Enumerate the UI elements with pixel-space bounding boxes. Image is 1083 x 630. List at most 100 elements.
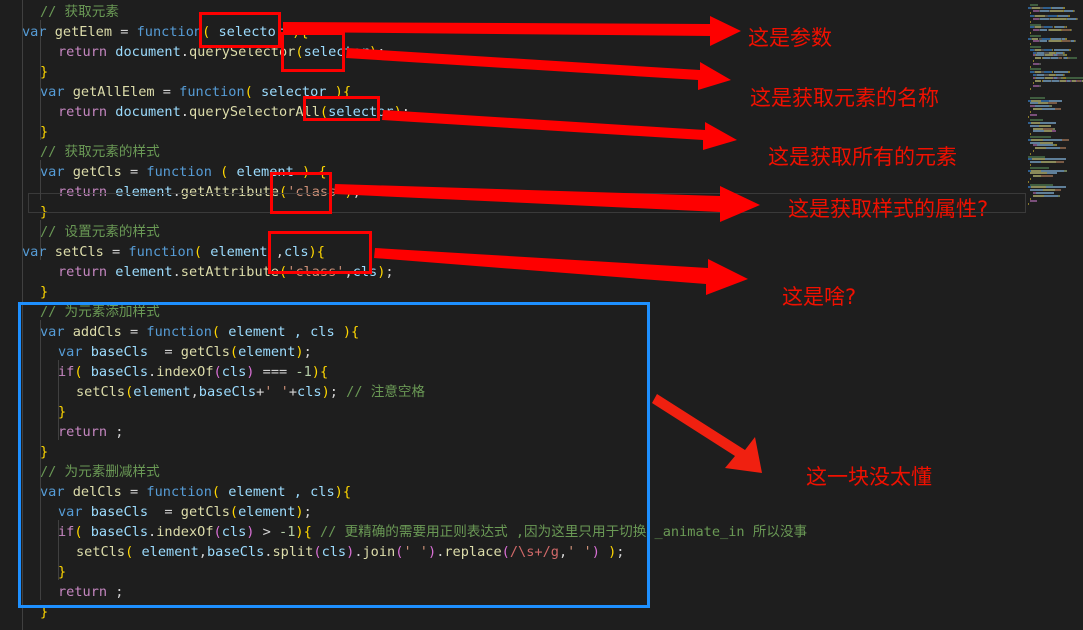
minimap-line-segment — [1058, 194, 1061, 197]
minimap-line-segment — [1030, 166, 1050, 169]
code-token: function — [146, 484, 212, 500]
code-line[interactable]: // 为元素添加样式 — [40, 302, 160, 322]
code-token: // 获取元素 — [40, 4, 119, 20]
code-token: ) — [334, 484, 343, 500]
code-token: = — [148, 504, 181, 520]
code-token: ' ' — [403, 544, 428, 560]
code-line[interactable]: var setCls = function( element ,cls){ — [22, 242, 325, 262]
code-token: . — [172, 264, 181, 280]
minimap-line-segment — [1069, 57, 1078, 60]
code-line[interactable]: setCls(element,baseCls+' '+cls); // 注意空格 — [76, 382, 425, 402]
code-token: . — [148, 364, 157, 380]
label-param: 这是参数 — [748, 26, 832, 50]
minimap-line-segment — [1030, 197, 1032, 200]
code-token: { — [300, 24, 309, 40]
minimap-line-segment — [1052, 79, 1060, 82]
minimap-line-segment — [1054, 26, 1064, 29]
minimap-line-segment — [1062, 40, 1070, 43]
code-token: ( — [213, 364, 222, 380]
code-line[interactable]: if( baseCls.indexOf(cls) > -1){ // 更精确的需… — [58, 522, 807, 542]
minimap-line-segment — [1032, 175, 1042, 178]
code-line[interactable]: // 获取元素的样式 — [40, 142, 160, 162]
minimap-line-segment — [1030, 200, 1037, 203]
code-line[interactable]: return document.querySelectorAll(selecto… — [58, 102, 410, 122]
code-line[interactable]: } — [40, 442, 48, 462]
code-line[interactable]: // 获取元素 — [40, 2, 119, 22]
code-token: ) — [301, 164, 311, 180]
minimap-line-segment — [1038, 124, 1052, 127]
label-elem-name: 这是获取元素的名称 — [750, 86, 939, 110]
code-token: var — [40, 324, 65, 340]
minimap-line-segment — [1044, 194, 1058, 197]
editor-window: // 获取元素 var getElem = function( selector … — [0, 0, 1083, 630]
code-token: document — [115, 44, 181, 60]
code-line[interactable]: return element.setAttribute('class',cls)… — [58, 262, 394, 282]
minimap-line-segment — [1037, 144, 1053, 147]
minimap-line-segment — [1035, 192, 1054, 194]
code-token: baseCls — [206, 544, 265, 560]
label-style-attr: 这是获取样式的属性? — [788, 197, 989, 221]
code-line[interactable]: // 为元素删减样式 — [40, 462, 160, 482]
code-line[interactable]: return document.querySelector(selector); — [58, 42, 385, 62]
minimap-line-segment — [1040, 161, 1056, 164]
code-line[interactable]: setCls( element,baseCls.split(cls).join(… — [76, 542, 624, 562]
code-line[interactable]: if( baseCls.indexOf(cls) === -1){ — [58, 362, 328, 382]
code-token: ) — [369, 44, 378, 60]
minimap-line-segment — [1044, 130, 1052, 133]
code-line[interactable]: return ; — [58, 582, 123, 602]
code-token: getCls — [180, 344, 230, 360]
code-token: function — [136, 24, 203, 40]
code-token: getElem — [54, 24, 113, 40]
code-minimap[interactable] — [1026, 0, 1083, 630]
minimap-line-segment — [1030, 189, 1043, 192]
code-token: ' ' — [567, 544, 592, 560]
code-line[interactable]: var getElem = function( selector ){ — [22, 22, 309, 42]
code-token: querySelector — [188, 44, 296, 60]
minimap-line-segment — [1030, 133, 1032, 136]
code-token: } — [40, 124, 49, 140]
code-token: ; — [377, 44, 386, 60]
code-line[interactable]: } — [40, 282, 48, 302]
code-token: var — [58, 344, 83, 360]
code-line[interactable]: var getCls = function ( element ) { — [40, 162, 327, 182]
code-line[interactable]: return ; — [58, 422, 123, 442]
minimap-line-segment — [1030, 161, 1041, 164]
minimap-line-segment — [1030, 102, 1038, 105]
minimap-line-segment — [1030, 96, 1046, 99]
code-token: var — [22, 244, 47, 260]
code-token: querySelectorAll — [188, 104, 320, 120]
minimap-line-segment — [1045, 147, 1061, 150]
code-line[interactable]: } — [40, 122, 48, 142]
code-line[interactable]: // 设置元素的样式 — [40, 222, 160, 242]
minimap-line-segment — [1032, 6, 1040, 9]
code-line[interactable]: var addCls = function( element , cls ){ — [40, 322, 359, 342]
code-token: , — [344, 264, 353, 280]
minimap-line-segment — [1031, 169, 1041, 172]
code-line[interactable]: var delCls = function( element , cls){ — [40, 482, 351, 502]
code-line[interactable]: var getAllElem = function( selector ){ — [40, 82, 351, 102]
code-line[interactable]: } — [40, 602, 48, 622]
code-token: ( — [319, 104, 329, 120]
minimap-line-segment — [1055, 74, 1064, 76]
code-line[interactable]: var baseCls = getCls(element); — [58, 502, 312, 522]
minimap-line-segment — [1044, 26, 1053, 29]
indent-guide — [58, 360, 59, 440]
code-line[interactable]: } — [58, 402, 66, 422]
minimap-line-segment — [1028, 203, 1030, 206]
code-token: { — [319, 364, 329, 380]
code-line[interactable]: } — [58, 562, 66, 582]
minimap-line-segment — [1032, 60, 1034, 62]
minimap-line-segment — [1039, 62, 1042, 65]
minimap-line-segment — [1069, 71, 1071, 74]
code-line[interactable]: var baseCls = getCls(element); — [58, 342, 312, 362]
minimap-line-segment — [1073, 9, 1075, 12]
code-token: ( — [244, 84, 253, 100]
code-token: } — [40, 64, 49, 80]
code-token: split — [272, 544, 314, 560]
code-token: ( — [279, 264, 288, 280]
code-token: cls — [352, 264, 378, 280]
code-token: selector — [210, 24, 293, 40]
code-line[interactable]: } — [40, 62, 48, 82]
